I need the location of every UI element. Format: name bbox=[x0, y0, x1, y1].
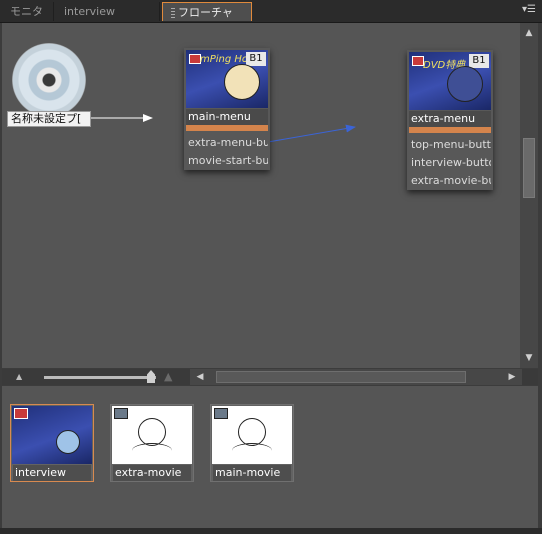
tab-flowchart[interactable]: フローチャート× bbox=[162, 2, 252, 38]
tray-thumbnail bbox=[112, 406, 192, 464]
zoom-slider-handle[interactable] bbox=[147, 370, 155, 383]
canvas-bottom-bar: ▲ ▲ ◀ ▶ bbox=[2, 369, 538, 385]
character-body bbox=[232, 443, 272, 458]
horizontal-scroll-thumb[interactable] bbox=[216, 371, 466, 383]
tab-monitor-label: モニタ bbox=[10, 5, 43, 18]
tray-item-main-movie[interactable]: main-movie bbox=[210, 404, 294, 482]
node-extra-menu[interactable]: DVD特典 B1 extra-menu top-menu-butto inter… bbox=[407, 50, 493, 190]
node-divider bbox=[186, 125, 268, 131]
tray-thumbnail bbox=[212, 406, 292, 464]
node-title: main-menu bbox=[186, 109, 268, 125]
character-image bbox=[224, 64, 260, 100]
scroll-right-icon[interactable]: ▶ bbox=[504, 369, 520, 385]
tab-interview-label: interview bbox=[64, 5, 115, 18]
link-line-main-extra[interactable] bbox=[267, 124, 356, 143]
node-button-row[interactable]: movie-start-bu bbox=[186, 152, 268, 170]
tray-thumbnail bbox=[12, 406, 92, 464]
asset-tray: interview extra-movie main-movie bbox=[2, 386, 538, 528]
scroll-up-icon[interactable]: ▲ bbox=[520, 25, 538, 41]
menu-type-icon bbox=[14, 408, 28, 419]
panel-menu-icon[interactable]: ▾☰ bbox=[522, 4, 536, 15]
zoom-out-icon[interactable]: ▲ bbox=[16, 372, 22, 381]
node-button-row[interactable]: extra-movie-bu bbox=[409, 172, 491, 190]
horizontal-scrollbar[interactable]: ◀ ▶ bbox=[190, 369, 522, 385]
panel-bottom-edge bbox=[0, 528, 542, 534]
tray-item-interview[interactable]: interview bbox=[10, 404, 94, 482]
button-set-badge: B1 bbox=[469, 54, 489, 68]
character-image bbox=[138, 418, 166, 446]
button-set-badge: B1 bbox=[246, 52, 266, 66]
panel-tabbar: モニタ interview フローチャート× ▾☰ bbox=[0, 0, 542, 38]
tray-item-label: extra-movie bbox=[113, 465, 191, 481]
tab-monitor[interactable]: モニタ bbox=[2, 2, 54, 21]
scroll-left-icon[interactable]: ◀ bbox=[192, 369, 208, 385]
vertical-scrollbar[interactable]: ▲ ▼ bbox=[520, 23, 538, 368]
node-button-row[interactable]: interview-butto bbox=[409, 154, 491, 172]
node-divider bbox=[409, 127, 491, 133]
zoom-slider-track[interactable] bbox=[44, 376, 156, 379]
disc-label[interactable]: 名称未設定プ[ bbox=[7, 111, 91, 127]
character-body bbox=[132, 443, 172, 458]
flowchart-canvas[interactable]: 名称未設定プ[ mPing Hoshi B1 main-menu extra-m… bbox=[2, 23, 520, 368]
node-main-menu[interactable]: mPing Hoshi B1 main-menu extra-menu-but … bbox=[184, 48, 270, 170]
tab-interview[interactable]: interview bbox=[56, 2, 160, 21]
node-button-row[interactable]: top-menu-butto bbox=[409, 136, 491, 154]
tab-grip-icon[interactable] bbox=[171, 8, 175, 18]
node-thumbnail: mPing Hoshi B1 bbox=[186, 50, 268, 108]
disc-icon[interactable] bbox=[12, 43, 86, 117]
tray-item-extra-movie[interactable]: extra-movie bbox=[110, 404, 194, 482]
character-image bbox=[56, 430, 80, 454]
vertical-scroll-thumb[interactable] bbox=[523, 138, 535, 198]
tray-item-label: main-movie bbox=[213, 465, 291, 481]
tray-item-label: interview bbox=[13, 465, 91, 481]
node-thumbnail: DVD特典 B1 bbox=[409, 52, 491, 110]
node-button-row[interactable]: extra-menu-but bbox=[186, 134, 268, 152]
zoom-in-icon[interactable]: ▲ bbox=[164, 370, 172, 383]
film-icon bbox=[214, 408, 228, 419]
film-icon bbox=[114, 408, 128, 419]
scroll-down-icon[interactable]: ▼ bbox=[520, 350, 538, 366]
character-image bbox=[447, 66, 483, 102]
character-image bbox=[238, 418, 266, 446]
node-title: extra-menu bbox=[409, 111, 491, 127]
